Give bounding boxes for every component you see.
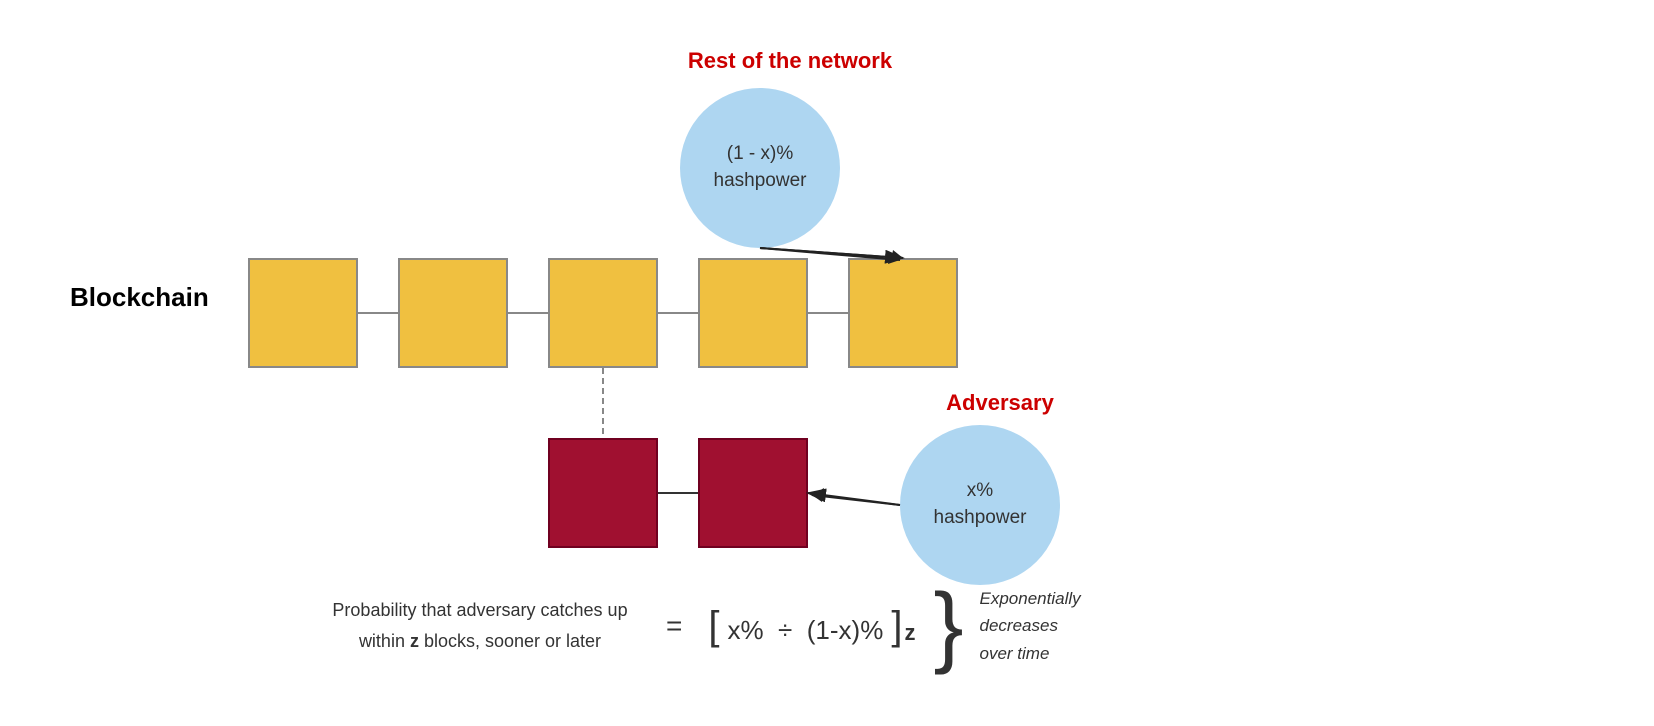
formula-inner: x% ÷ (1-x)% <box>719 615 891 646</box>
formula-equals: = <box>666 610 682 642</box>
yellow-block-4 <box>698 258 808 368</box>
formula-open-bracket: [ <box>708 606 719 646</box>
yellow-block-2 <box>398 258 508 368</box>
adversary-circle-text-line2: hashpower <box>934 505 1027 532</box>
blockchain-label: Blockchain <box>70 282 209 313</box>
formula-section: Probability that adversary catches up wi… <box>320 581 1081 671</box>
yellow-block-1 <box>248 258 358 368</box>
network-label: Rest of the network <box>680 48 900 74</box>
formula-exponent: z <box>904 620 915 646</box>
network-circle-text-line2: hashpower <box>714 168 807 195</box>
adversary-label: Adversary <box>910 390 1090 416</box>
network-circle: (1 - x)% hashpower <box>680 88 840 248</box>
exponential-note-line1: Exponentially <box>980 589 1081 608</box>
yellow-block-3 <box>548 258 658 368</box>
adversary-circle-text-line1: x% <box>967 478 993 505</box>
red-block-2 <box>698 438 808 548</box>
diagram-container: Rest of the network (1 - x)% hashpower A… <box>0 0 1654 726</box>
formula-description: Probability that adversary catches up wi… <box>320 595 640 656</box>
formula-description-line1: Probability that adversary catches up <box>332 600 627 620</box>
exponential-note-line2: decreases <box>980 616 1058 635</box>
red-block-1 <box>548 438 658 548</box>
exponential-note-line3: over time <box>980 644 1050 663</box>
yellow-block-5 <box>848 258 958 368</box>
network-circle-text-line1: (1 - x)% <box>727 141 794 168</box>
formula-close-bracket: ] <box>891 606 902 646</box>
exponential-note: Exponentially decreases over time <box>980 585 1081 667</box>
curly-brace: } <box>933 581 963 671</box>
formula-expression: [ x% ÷ (1-x)% ] z <box>708 606 915 646</box>
formula-description-line2: within z blocks, sooner or later <box>359 631 601 651</box>
adversary-circle: x% hashpower <box>900 425 1060 585</box>
